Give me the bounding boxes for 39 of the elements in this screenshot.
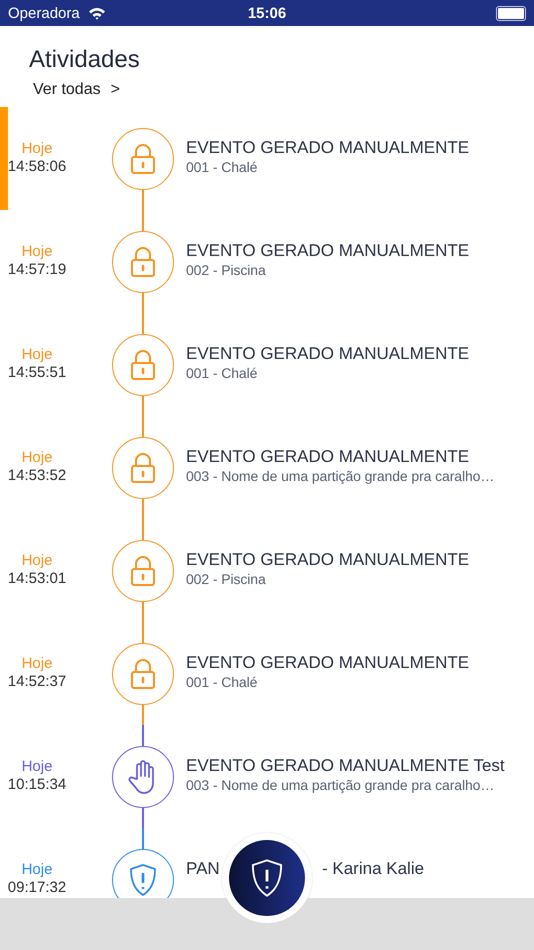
event-partition: 003 - Nome de uma partição grande pra caralho… [186, 776, 496, 794]
event-partition: 003 - Nome de uma partição grande pra caralho… [186, 467, 496, 485]
event-partition: 002 - Piscina [186, 261, 267, 279]
battery-icon [496, 6, 526, 20]
event-partition: 001 - Chalé [186, 364, 258, 382]
event-title: EVENTO GERADO MANUALMENTE [186, 653, 470, 673]
event-day: Hoje [22, 140, 52, 158]
event-day: Hoje [22, 552, 52, 570]
carrier-name: Operadora [8, 4, 80, 22]
event-day: Hoje [22, 861, 52, 879]
event-day: Hoje [22, 758, 52, 776]
see-all-link[interactable]: Ver todas > [33, 81, 120, 99]
event-time: 09:17:32 [8, 879, 66, 897]
event-day: Hoje [22, 346, 52, 364]
event-time: 14:52:37 [8, 673, 66, 691]
event-title: PAN [186, 859, 221, 879]
event-day: Hoje [22, 449, 52, 467]
event-title: EVENTO GERADO MANUALMENTE [186, 550, 470, 570]
event-time: 14:53:52 [8, 467, 66, 485]
event-title: EVENTO GERADO MANUALMENTE [186, 344, 470, 364]
event-partition: 001 - Chalé [186, 158, 258, 176]
event-time: 14:55:51 [8, 364, 66, 382]
event-time: 14:58:06 [8, 158, 66, 176]
event-title: EVENTO GERADO MANUALMENTE [186, 138, 470, 158]
event-title: - Karina Kalie [322, 859, 424, 879]
event-title: EVENTO GERADO MANUALMENTE [186, 241, 470, 261]
clock-time: 15:06 [248, 4, 286, 22]
event-title: EVENTO GERADO MANUALMENTE Test [186, 756, 505, 776]
event-time: 10:15:34 [8, 776, 66, 794]
event-title: EVENTO GERADO MANUALMENTE [186, 447, 470, 467]
shield-alert-icon [249, 858, 285, 898]
event-day: Hoje [22, 243, 52, 261]
wifi-icon [88, 6, 106, 20]
event-day: Hoje [22, 655, 52, 673]
event-time: 14:57:19 [8, 261, 66, 279]
event-partition: 002 - Piscina [186, 570, 267, 588]
page-title: Atividades [29, 46, 141, 74]
event-partition: 001 - Chalé [186, 673, 258, 691]
event-time: 14:53:01 [8, 570, 66, 588]
